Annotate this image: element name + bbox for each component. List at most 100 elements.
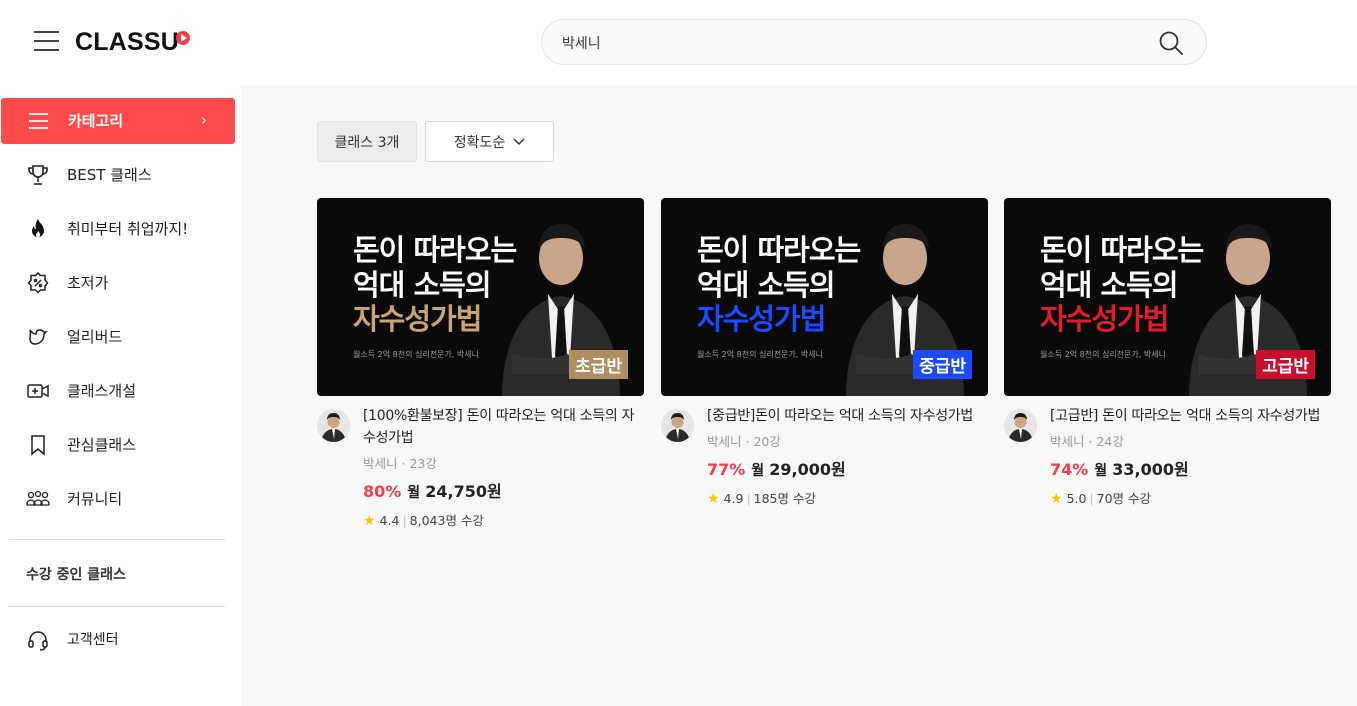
discount-rate: 77% [707, 460, 746, 479]
thumbnail-subtitle: 월소득 2억 8천의 심리전문가, 박세니 [1040, 350, 1166, 359]
sidebar-item-hobby[interactable]: 취미부터 취업까지! [0, 206, 234, 252]
bookmark-icon [31, 435, 45, 456]
class-info: [고급반] 돈이 따라오는 억대 소득의 자수성가법 박세니 · 24강 74%… [1050, 405, 1330, 508]
sidebar-item-label: 고객센터 [67, 632, 119, 648]
class-thumbnail[interactable]: 돈이 따라오는 억대 소득의 자수성가법 월소득 2억 8천의 심리전문가, 박… [1004, 198, 1331, 396]
rating-score: 5.0 [1066, 491, 1087, 506]
menu-icon [29, 113, 48, 129]
level-badge: 초급반 [569, 350, 628, 379]
logo-play-icon [176, 31, 190, 45]
instructor-avatar [661, 409, 694, 442]
class-price: 74% 월 33,000원 [1050, 459, 1330, 482]
main-content: 클래스 3개 정확도순 돈이 따라오는 억대 소득의 자수성가법 월소득 2억 … [241, 85, 1357, 706]
sidebar-item-best[interactable]: BEST 클래스 [0, 152, 234, 198]
sidebar-item-label: 관심클래스 [67, 436, 137, 454]
student-count: 185명 수강 [753, 491, 816, 506]
class-title[interactable]: [100%환불보장] 돈이 따라오는 억대 소득의 자수성가법 [363, 405, 643, 449]
fire-icon [32, 219, 44, 237]
class-rating: ★ 4.9 | 185명 수강 [707, 491, 816, 507]
class-thumbnail[interactable]: 돈이 따라오는 억대 소득의 자수성가법 월소득 2억 8천의 심리전문가, 박… [661, 198, 988, 396]
class-meta: 박세니 · 24강 [1050, 434, 1124, 449]
thumbnail-headline: 억대 소득의 [697, 268, 835, 302]
class-card[interactable]: 돈이 따라오는 억대 소득의 자수성가법 월소득 2억 8천의 심리전문가, 박… [661, 198, 988, 507]
star-icon: ★ [1050, 491, 1063, 507]
monthly-label: 월 [751, 463, 765, 479]
bird-icon [29, 329, 48, 345]
monthly-price: 29,000원 [769, 460, 846, 479]
class-price: 80% 월 24,750원 [363, 481, 643, 504]
sidebar-item-support[interactable]: 고객센터 [0, 617, 234, 663]
class-info: [중급반]돈이 따라오는 억대 소득의 자수성가법 박세니 · 20강 77% 월… [707, 405, 987, 508]
class-card[interactable]: 돈이 따라오는 억대 소득의 자수성가법 월소득 2억 8천의 심리전문가, 박… [317, 198, 644, 529]
sidebar-item-label: 초저가 [67, 274, 109, 292]
sidebar-item-open-class[interactable]: 클래스개설 [0, 368, 234, 414]
student-count: 8,043명 수강 [409, 513, 484, 528]
lecture-count: 23강 [409, 456, 437, 471]
class-price: 77% 월 29,000원 [707, 459, 987, 482]
thumbnail-highlight: 자수성가법 [353, 302, 482, 336]
student-count: 70명 수강 [1096, 491, 1152, 506]
monthly-price: 33,000원 [1112, 460, 1189, 479]
logo[interactable]: CLASSU [75, 28, 179, 56]
discount-rate: 74% [1050, 460, 1089, 479]
divider [9, 539, 225, 540]
star-icon: ★ [363, 513, 376, 529]
class-meta: 박세니 · 20강 [707, 434, 781, 449]
sidebar-item-earlybird[interactable]: 얼리버드 [0, 314, 234, 360]
search-bar [541, 19, 1207, 65]
class-card[interactable]: 돈이 따라오는 억대 소득의 자수성가법 월소득 2억 8천의 심리전문가, 박… [1004, 198, 1331, 507]
lecture-count: 20강 [753, 434, 781, 449]
hamburger-menu-icon[interactable] [34, 31, 59, 51]
thumbnail-subtitle: 월소득 2억 8천의 심리전문가, 박세니 [697, 350, 823, 359]
sidebar-item-label: 카테고리 [68, 112, 124, 130]
thumbnail-headline: 억대 소득의 [1040, 268, 1178, 302]
class-rating: ★ 4.4 | 8,043명 수강 [363, 513, 484, 529]
divider [9, 606, 225, 607]
sidebar-item-community[interactable]: 커뮤니티 [0, 476, 234, 522]
level-badge: 고급반 [1256, 350, 1315, 379]
discount-rate: 80% [363, 482, 402, 501]
headset-icon [28, 631, 48, 651]
thumbnail-subtitle: 월소득 2억 8천의 심리전문가, 박세니 [353, 350, 479, 359]
star-icon: ★ [707, 491, 720, 507]
instructor-name: 박세니 [363, 456, 398, 471]
class-title[interactable]: [중급반]돈이 따라오는 억대 소득의 자수성가법 [707, 405, 987, 427]
trophy-icon [28, 165, 48, 185]
monthly-label: 월 [1094, 463, 1108, 479]
search-icon[interactable] [1158, 30, 1184, 56]
level-badge: 중급반 [913, 350, 972, 379]
class-thumbnail[interactable]: 돈이 따라오는 억대 소득의 자수성가법 월소득 2억 8천의 심리전문가, 박… [317, 198, 644, 396]
class-count-badge: 클래스 3개 [317, 121, 417, 162]
sidebar-item-wishlist[interactable]: 관심클래스 [0, 422, 234, 468]
instructor-name: 박세니 [707, 434, 742, 449]
sidebar-item-label: 커뮤니티 [67, 490, 123, 508]
class-title[interactable]: [고급반] 돈이 따라오는 억대 소득의 자수성가법 [1050, 405, 1330, 427]
rating-score: 4.9 [723, 491, 744, 506]
thumbnail-highlight: 자수성가법 [1040, 302, 1169, 336]
sidebar-item-label: BEST 클래스 [67, 166, 152, 184]
monthly-label: 월 [407, 485, 421, 501]
sidebar-item-category[interactable]: 카테고리 › [1, 98, 235, 144]
sort-dropdown[interactable]: 정확도순 [425, 121, 554, 162]
sidebar-item-label: 얼리버드 [67, 328, 123, 346]
thumbnail-headline: 억대 소득의 [353, 268, 491, 302]
rating-score: 4.4 [379, 513, 400, 528]
sidebar-item-lowprice[interactable]: 초저가 [0, 260, 234, 306]
lecture-count: 24강 [1096, 434, 1124, 449]
sidebar-item-label: 취미부터 취업까지! [67, 220, 189, 238]
class-meta: 박세니 · 23강 [363, 456, 437, 471]
sidebar-item-label: 클래스개설 [67, 382, 137, 400]
header: CLASSU [0, 0, 1357, 85]
community-icon [26, 490, 50, 506]
chevron-down-icon [513, 137, 525, 145]
instructor-avatar [1004, 409, 1037, 442]
instructor-name: 박세니 [1050, 434, 1085, 449]
discount-badge-icon [27, 271, 49, 294]
enrolled-classes-link[interactable]: 수강 중인 클래스 [26, 564, 126, 584]
monthly-price: 24,750원 [425, 482, 502, 501]
search-input[interactable] [562, 32, 1142, 54]
chevron-right-icon: › [201, 111, 207, 129]
thumbnail-highlight: 자수성가법 [697, 302, 826, 336]
class-info: [100%환불보장] 돈이 따라오는 억대 소득의 자수성가법 박세니 · 23… [363, 405, 643, 530]
video-add-icon [27, 384, 49, 398]
